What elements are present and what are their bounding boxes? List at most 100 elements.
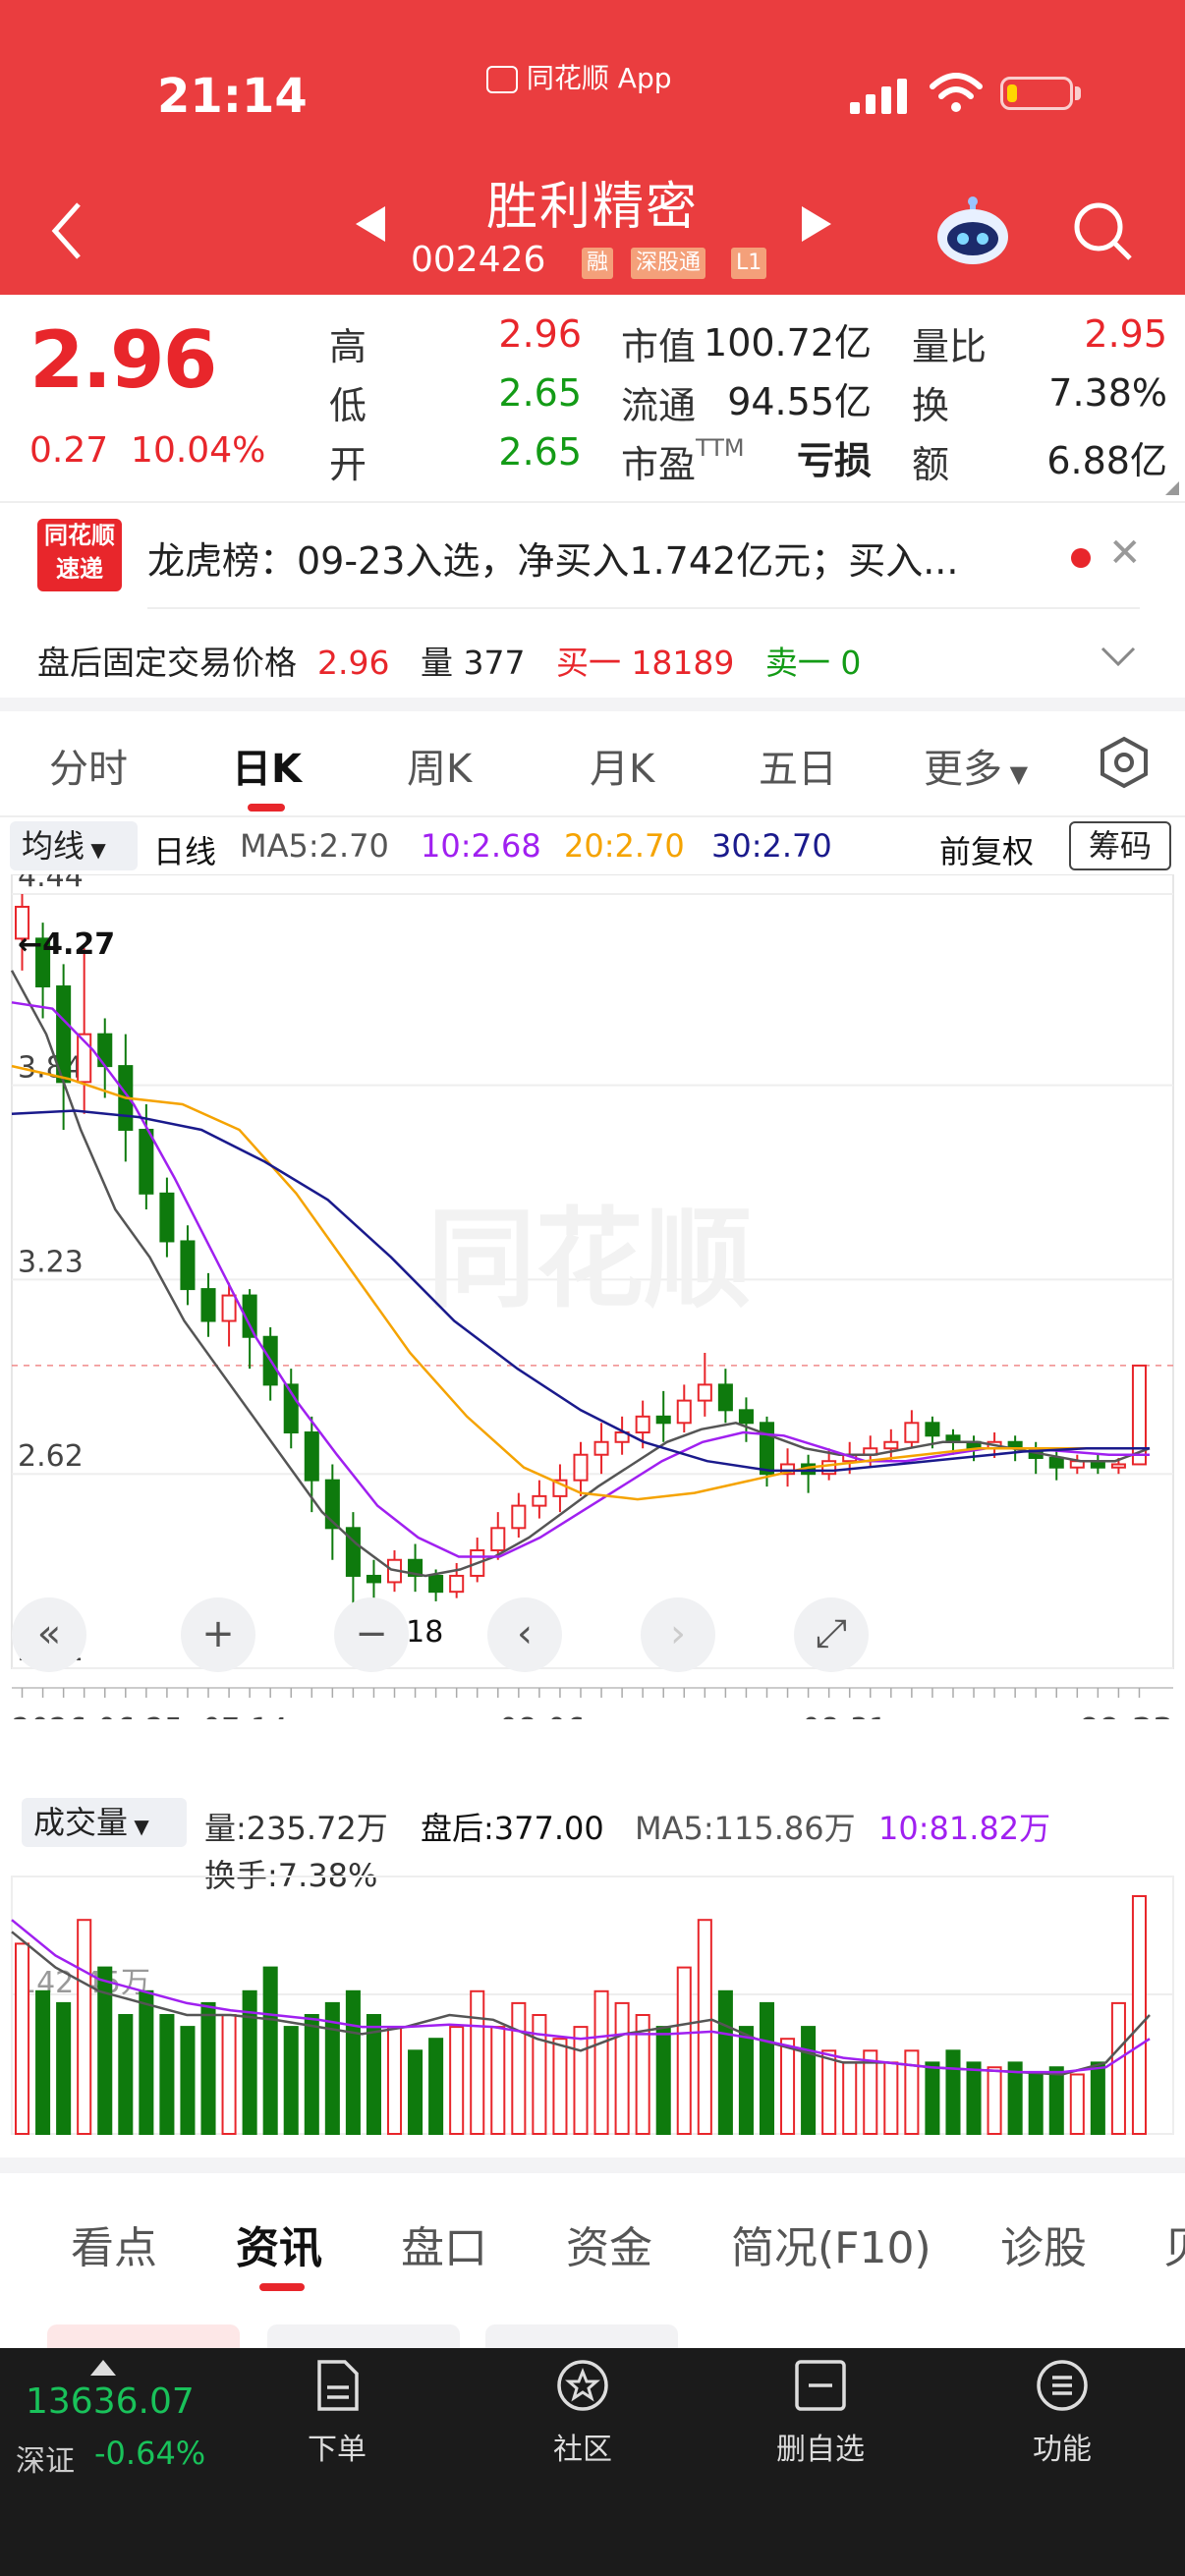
btab-profile[interactable]: 简况(F10) [731,2212,931,2275]
tab-more[interactable]: 更多 ▼ [924,737,1028,794]
stock-code: 002426 [411,240,546,280]
news-logo-line2: 速递 [56,555,103,583]
btab-news[interactable]: 资讯 [236,2212,322,2275]
candle-body [449,1574,465,1594]
btab-orderbook[interactable]: 盘口 [401,2212,487,2275]
volume-bar [676,1966,692,2135]
price-change: 0.27 10.04% [29,430,265,471]
candle-body [1110,1463,1126,1469]
volume-bar [386,2026,403,2136]
candle-body [925,1422,940,1437]
triangle-up-icon[interactable] [90,2360,116,2376]
tab-daily-k[interactable]: 日K [232,737,302,794]
close-icon[interactable]: ✕ [1108,531,1142,576]
vol-ratio-value: 2.95 [1084,312,1167,356]
news-headline[interactable]: 龙虎榜：09-23入选，净买入1.742亿元；买入... [147,531,1051,585]
candle-body [738,1409,754,1425]
btab-highlights[interactable]: 看点 [71,2212,157,2275]
candle-body [139,1128,154,1195]
volume-bar [180,2026,196,2136]
tag-level: L1 [731,248,767,279]
expand-corner-icon[interactable] [1165,481,1179,495]
kline-svg[interactable]: 4.443.843.232.622.01同花顺←4.27←2.182026-06… [0,860,1185,1747]
y-tick-label: 4.44 [18,874,84,894]
volume-bar [593,1989,609,2135]
volume-bar [573,2026,589,2136]
adjust-toggle[interactable]: 前复权 [939,827,1034,872]
low-value: 2.65 [498,371,582,415]
chips-button[interactable]: 筹码 [1069,821,1171,870]
volume-bar [283,2026,299,2136]
prev-button[interactable]: ‹ [487,1597,562,1672]
volume-bar [1131,1895,1147,2135]
header-bar: 21:14 同花顺 App 胜利精密 002426 融 深股通 L1 [0,0,1185,295]
settings-hex-icon[interactable] [1097,735,1152,790]
volume-bar [304,2014,319,2135]
volume-bar [77,1919,92,2135]
volume-bar [614,2001,630,2135]
turnover-label: 换 [912,384,950,427]
float-label: 流通 [621,384,697,427]
ma-select[interactable]: 均线 ▼ [10,821,138,870]
candle-body [883,1440,899,1450]
volume-bar [1048,2066,1064,2136]
index-value[interactable]: 13636.07 [26,2381,195,2422]
pe-label-text: 市盈 [621,443,697,486]
chevron-down-icon[interactable] [1099,641,1138,670]
candle-body [593,1440,609,1456]
volume-bar [490,2026,506,2136]
buy1-label: 买一 [555,644,621,682]
volume-bar [1090,2061,1105,2135]
volume-bar [1110,2001,1126,2135]
nav-remove-watch[interactable]: 删自选 [747,2358,894,2468]
volume-bar [1069,2073,1085,2135]
zoom-in-button[interactable]: + [181,1597,255,1672]
btab-overflow[interactable]: 贝 [1163,2212,1185,2275]
ma20-legend: 20:2.70 [564,827,685,865]
btab-indicator [259,2283,305,2291]
candle-body [490,1527,506,1552]
candle-body [200,1288,216,1322]
after-hours-vol: 377 [463,644,526,682]
tab-intraday[interactable]: 分时 [49,737,128,794]
zoom-out-button[interactable]: − [334,1597,409,1672]
after-hours-label: 盘后固定交易价格 [37,644,297,682]
nav-community[interactable]: 社区 [509,2358,656,2468]
status-time: 21:14 [157,69,308,124]
btab-funds[interactable]: 资金 [566,2212,652,2275]
volume-bar [200,2001,216,2135]
volume-select[interactable]: 成交量 ▼ [22,1798,187,1847]
volume-bar [738,2026,754,2136]
battery-tip [1075,86,1081,100]
candle-body [180,1240,196,1291]
candle-body [428,1574,444,1594]
kline-chart[interactable]: 4.443.843.232.622.01同花顺←4.27←2.182026-06… [0,860,1185,1747]
candle-body [821,1460,837,1476]
nav-functions[interactable]: 功能 [988,2358,1136,2468]
high-value: 2.96 [498,312,582,356]
float-value: 94.55亿 [727,380,872,423]
tag-margin: 融 [582,248,614,279]
x-tick-label: 07-14 [202,1712,288,1719]
fullscreen-button[interactable]: ⤢ [794,1597,869,1672]
tab-five-day[interactable]: 五日 [759,737,837,794]
ai-assistant-icon[interactable] [933,192,1012,270]
x-tick-label: 09-23 [1079,1712,1173,1719]
after-hours-row[interactable]: 盘后固定交易价格 2.96 量 377 买一 18189 卖一 0 [37,637,861,684]
tab-monthly-k[interactable]: 月K [590,737,654,794]
btab-diagnosis[interactable]: 诊股 [1000,2212,1087,2275]
candle-body [697,1383,712,1402]
turnover-value: 7.38% [1048,371,1167,415]
next-button[interactable]: › [641,1597,715,1672]
nav-order[interactable]: 下单 [263,2358,411,2468]
pe-label-sup: TTM [696,434,745,462]
after-hours-volume: 盘后:377.00 [421,1810,604,1847]
search-icon[interactable] [1071,199,1134,262]
app-source-text: 同花顺 App [526,62,672,94]
news-divider [147,607,1140,609]
scroll-left-fast-button[interactable]: « [12,1597,86,1672]
tab-weekly-k[interactable]: 周K [407,737,472,794]
next-stock-icon[interactable] [798,204,833,244]
volume-bar [56,2001,72,2135]
volume-bar [159,2014,175,2135]
